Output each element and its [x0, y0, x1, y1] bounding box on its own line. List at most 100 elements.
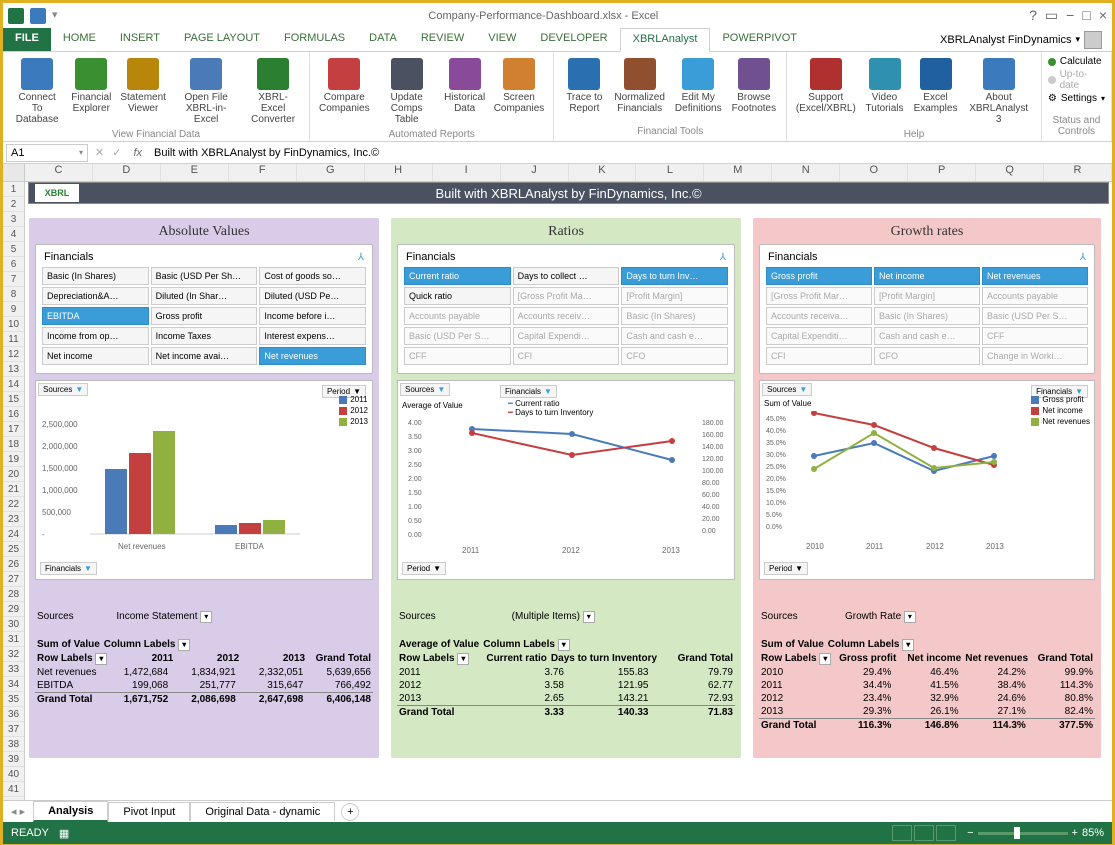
slicer-item[interactable]: Diluted (USD Pe…: [259, 287, 366, 305]
sheet-nav-prev[interactable]: ◂ ▸: [3, 805, 33, 818]
view-normal-icon[interactable]: [892, 825, 912, 841]
slicer-item[interactable]: Days to collect …: [513, 267, 620, 285]
column-header[interactable]: D: [93, 164, 161, 181]
slicer-item[interactable]: CFF: [982, 327, 1088, 345]
calculate-button[interactable]: Calculate: [1048, 56, 1105, 67]
select-all[interactable]: [3, 164, 25, 181]
ribbon-button[interactable]: Excel Examples: [911, 56, 961, 127]
slicer-item[interactable]: [Gross Profit Mar…: [766, 287, 872, 305]
ribbon-button[interactable]: Browse Footnotes: [728, 56, 780, 124]
tab-insert[interactable]: INSERT: [108, 28, 172, 51]
ribbon-button[interactable]: Connect To Database: [9, 56, 65, 127]
column-header[interactable]: Q: [976, 164, 1044, 181]
slicer-item[interactable]: Cost of goods so…: [259, 267, 366, 285]
ribbon-options-icon[interactable]: ▭: [1045, 7, 1058, 24]
sheet-body[interactable]: XBRL Built with XBRLAnalyst by FinDynami…: [25, 182, 1112, 800]
row-header[interactable]: 27: [3, 572, 24, 587]
slicer-item[interactable]: Gross profit: [766, 267, 872, 285]
chip-financials[interactable]: Financials▼: [500, 385, 557, 398]
column-header[interactable]: H: [365, 164, 433, 181]
tab-home[interactable]: HOME: [51, 28, 108, 51]
tab-xbrlanalyst[interactable]: XBRLAnalyst: [620, 28, 711, 52]
uptodate-button[interactable]: Up-to-date: [1048, 69, 1105, 91]
slicer-item[interactable]: Basic (In Shares): [874, 307, 980, 325]
row-header[interactable]: 19: [3, 452, 24, 467]
row-header[interactable]: 37: [3, 722, 24, 737]
row-header[interactable]: 36: [3, 707, 24, 722]
ribbon-button[interactable]: Financial Explorer: [67, 56, 115, 127]
tab-formulas[interactable]: FORMULAS: [272, 28, 357, 51]
slicer-item[interactable]: Income Taxes: [151, 327, 258, 345]
row-header[interactable]: 2: [3, 197, 24, 212]
row-header[interactable]: 29: [3, 602, 24, 617]
close-icon[interactable]: ×: [1099, 7, 1107, 24]
zoom-in[interactable]: +: [1072, 827, 1078, 839]
settings-button[interactable]: ⚙Settings▾: [1048, 93, 1105, 104]
slicer-item[interactable]: Quick ratio: [404, 287, 511, 305]
slicer-item[interactable]: Gross profit: [151, 307, 258, 325]
slicer-item[interactable]: Cash and cash e…: [621, 327, 728, 345]
ribbon-button[interactable]: Trace to Report: [560, 56, 608, 124]
slicer-item[interactable]: Net revenues: [259, 347, 366, 365]
slicer-item[interactable]: EBITDA: [42, 307, 149, 325]
row-header[interactable]: 23: [3, 512, 24, 527]
row-header[interactable]: 17: [3, 422, 24, 437]
slicer-item[interactable]: Capital Expendi…: [513, 327, 620, 345]
view-pagebreak-icon[interactable]: [936, 825, 956, 841]
ribbon-button[interactable]: Support (Excel/XBRL): [793, 56, 858, 127]
column-header[interactable]: N: [772, 164, 840, 181]
slicer-item[interactable]: Income from op…: [42, 327, 149, 345]
ribbon-button[interactable]: About XBRLAnalyst 3: [963, 56, 1035, 127]
sheet-tab-analysis[interactable]: Analysis: [33, 801, 108, 822]
row-header[interactable]: 3: [3, 212, 24, 227]
row-header[interactable]: 12: [3, 347, 24, 362]
column-header[interactable]: K: [569, 164, 637, 181]
row-header[interactable]: 20: [3, 467, 24, 482]
row-header[interactable]: 33: [3, 662, 24, 677]
slicer-item[interactable]: CFO: [621, 347, 728, 365]
minimize-icon[interactable]: −: [1066, 7, 1074, 24]
row-header[interactable]: 11: [3, 332, 24, 347]
column-header[interactable]: J: [501, 164, 569, 181]
tab-data[interactable]: DATA: [357, 28, 409, 51]
ribbon-button[interactable]: XBRL-Excel Converter: [243, 56, 303, 127]
row-header[interactable]: 4: [3, 227, 24, 242]
row-header[interactable]: 21: [3, 482, 24, 497]
slicer-item[interactable]: Accounts payable: [404, 307, 511, 325]
slicer-item[interactable]: Accounts payable: [982, 287, 1088, 305]
tab-pagelayout[interactable]: PAGE LAYOUT: [172, 28, 272, 51]
row-header[interactable]: 1: [3, 182, 24, 197]
slicer-item[interactable]: Current ratio: [404, 267, 511, 285]
clear-filter-icon[interactable]: ⅄: [358, 252, 364, 263]
zoom-level[interactable]: 85%: [1082, 827, 1104, 839]
maximize-icon[interactable]: □: [1082, 7, 1090, 24]
name-box[interactable]: A1▾: [6, 144, 88, 162]
slicer-item[interactable]: Days to turn Inv…: [621, 267, 728, 285]
row-header[interactable]: 15: [3, 392, 24, 407]
row-header[interactable]: 9: [3, 302, 24, 317]
slicer-item[interactable]: Diluted (In Shar…: [151, 287, 258, 305]
ribbon-button[interactable]: Update Comps Table: [375, 56, 439, 127]
column-header[interactable]: G: [297, 164, 365, 181]
save-icon[interactable]: [30, 8, 46, 24]
row-header[interactable]: 25: [3, 542, 24, 557]
slicer-item[interactable]: Basic (USD Per Sh…: [151, 267, 258, 285]
tab-file[interactable]: FILE: [3, 28, 51, 51]
ribbon-button[interactable]: Statement Viewer: [117, 56, 169, 127]
row-header[interactable]: 10: [3, 317, 24, 332]
cancel-icon[interactable]: ✕: [91, 146, 108, 159]
row-header[interactable]: 32: [3, 647, 24, 662]
row-header[interactable]: 28: [3, 587, 24, 602]
ribbon-button[interactable]: Screen Companies: [491, 56, 548, 127]
ribbon-button[interactable]: Normalized Financials: [610, 56, 669, 124]
column-header[interactable]: M: [704, 164, 772, 181]
row-header[interactable]: 39: [3, 752, 24, 767]
chip-financials[interactable]: Financials▼: [40, 562, 97, 575]
row-header[interactable]: 22: [3, 497, 24, 512]
slicer-item[interactable]: Accounts receiv…: [513, 307, 620, 325]
row-header[interactable]: 5: [3, 242, 24, 257]
row-header[interactable]: 6: [3, 257, 24, 272]
column-header[interactable]: P: [908, 164, 976, 181]
slicer-item[interactable]: Change in Worki…: [982, 347, 1088, 365]
row-header[interactable]: 34: [3, 677, 24, 692]
